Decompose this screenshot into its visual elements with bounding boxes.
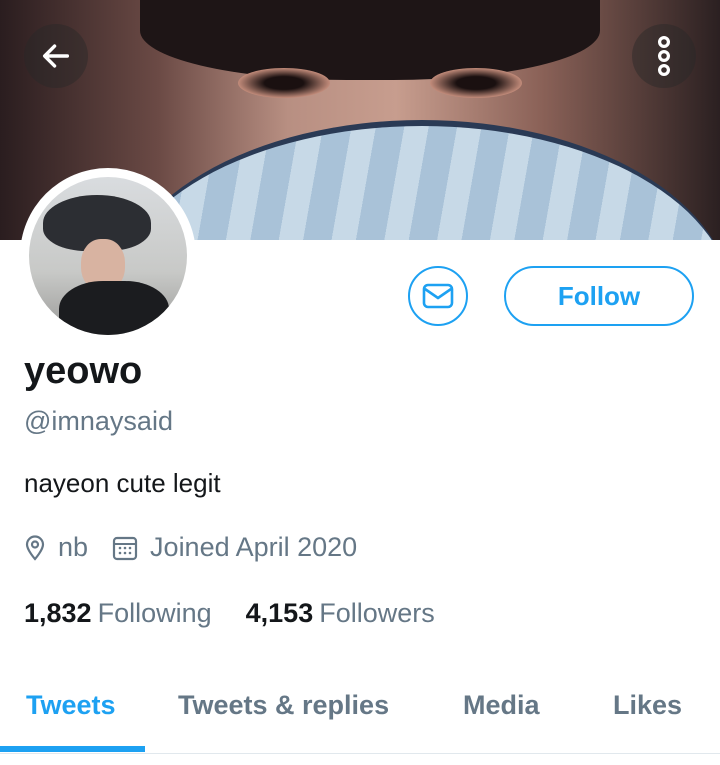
avatar[interactable] [20, 168, 196, 344]
message-button[interactable] [408, 266, 468, 326]
arrow-left-icon [42, 44, 70, 68]
joined-item: Joined April 2020 [112, 532, 357, 563]
banner-left-eye [238, 68, 330, 98]
banner-hair-shape [140, 0, 600, 80]
profile-meta: nb Joined April 2020 [24, 532, 381, 563]
active-tab-indicator [0, 746, 145, 752]
tab-tweets[interactable]: Tweets [26, 690, 116, 721]
joined-text: Joined April 2020 [150, 532, 358, 562]
avatar-body-shape [59, 281, 169, 335]
back-button[interactable] [24, 24, 88, 88]
tab-tweets-replies[interactable]: Tweets & replies [178, 690, 389, 721]
tab-likes[interactable]: Likes [613, 690, 682, 721]
more-options-button[interactable] [632, 24, 696, 88]
followers-stat[interactable]: 4,153 Followers [246, 598, 435, 629]
envelope-icon [422, 283, 454, 309]
follow-button[interactable]: Follow [504, 266, 694, 326]
vertical-dots-icon [657, 36, 671, 76]
following-stat[interactable]: 1,832 Following [24, 598, 212, 629]
followers-label: Followers [319, 598, 435, 628]
display-name: yeowo [24, 350, 143, 392]
bio-text: nayeon cute legit [24, 468, 221, 498]
following-label: Following [97, 598, 212, 628]
user-handle: @imnaysaid [24, 406, 173, 436]
avatar-image [29, 177, 187, 335]
calendar-icon [112, 536, 138, 560]
following-count: 1,832 [24, 598, 92, 628]
location-text: nb [58, 532, 89, 562]
banner-fan-shape [112, 120, 720, 240]
banner-right-eye [430, 68, 522, 98]
location-pin-icon [25, 534, 45, 561]
location-item: nb [24, 532, 88, 563]
profile-stats: 1,832 Following 4,153 Followers [24, 598, 469, 629]
followers-count: 4,153 [245, 598, 314, 628]
profile-tabs: Tweets Tweets & replies Media Likes [0, 660, 720, 754]
tab-media[interactable]: Media [463, 690, 540, 721]
